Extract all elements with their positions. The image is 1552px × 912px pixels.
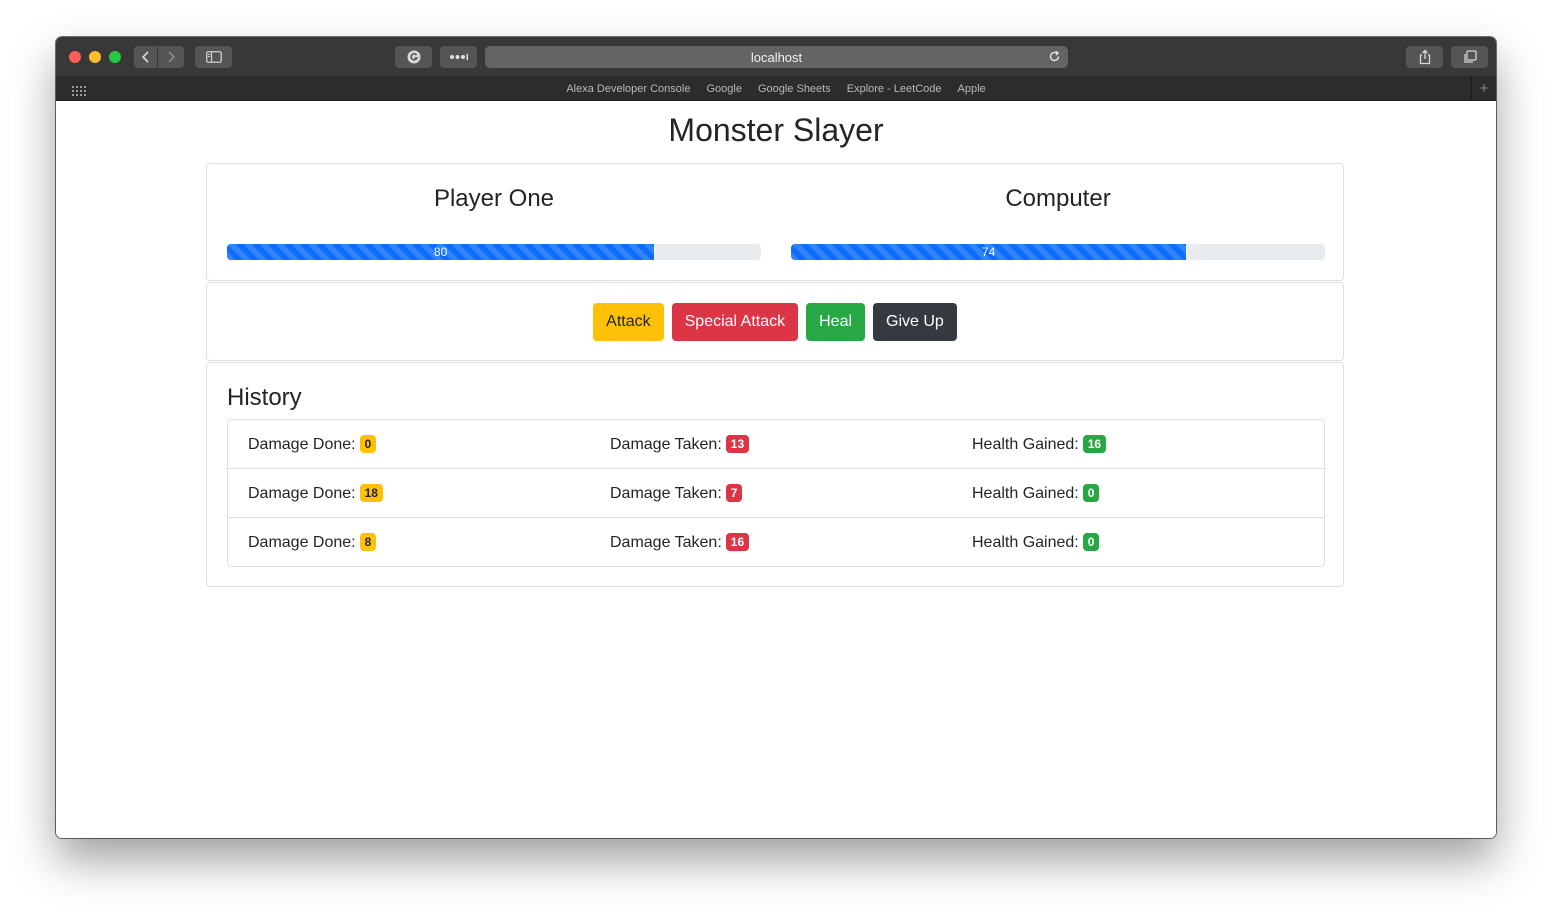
health-bar: 74: [791, 244, 1325, 260]
controls-button-row: Attack Special Attack Heal Give Up: [207, 303, 1343, 341]
reload-button[interactable]: [1048, 50, 1061, 66]
chevron-right-icon: [168, 51, 176, 63]
history-row: Damage Done: 0 Damage Taken: 13 Health Gai…: [228, 420, 1324, 468]
grammarly-extension-button[interactable]: [395, 46, 432, 68]
favorite-link[interactable]: Apple: [958, 83, 986, 95]
address-text: localhost: [750, 49, 803, 65]
damage-done-cell: Damage Done: 0: [228, 434, 590, 454]
health-gained-label: Health Gained:: [972, 484, 1079, 502]
damage-done-badge: 0: [359, 434, 377, 453]
attack-button[interactable]: Attack: [593, 303, 664, 341]
health-gained-cell: Health Gained: 0: [952, 532, 1314, 552]
history-row: Damage Done: 8 Damage Taken: 16 Health Gai…: [228, 517, 1324, 566]
health-bar-fill: 80: [227, 244, 655, 260]
new-tab-button[interactable]: +: [1471, 77, 1496, 100]
history-list: Damage Done: 0 Damage Taken: 13 Health Gai…: [227, 419, 1325, 567]
forward-button[interactable]: [158, 46, 184, 68]
damage-taken-label: Damage Taken:: [610, 533, 722, 551]
grammarly-icon: [407, 50, 420, 64]
heal-button[interactable]: Heal: [806, 303, 866, 341]
health-gained-badge: 0: [1082, 532, 1100, 551]
history-row: Damage Done: 18 Damage Taken: 7 Health Gai…: [228, 468, 1324, 517]
damage-taken-cell: Damage Taken: 7: [590, 483, 952, 503]
page-title: Monster Slayer: [668, 112, 884, 148]
damage-taken-badge: 13: [725, 434, 750, 453]
address-bar[interactable]: localhost: [485, 46, 1068, 68]
give-up-button[interactable]: Give Up: [873, 303, 957, 341]
back-button[interactable]: [134, 46, 157, 68]
tabs-overview-icon: [1463, 50, 1477, 63]
sidebar-toggle-button[interactable]: [195, 46, 232, 68]
damage-done-label: Damage Done:: [248, 435, 356, 453]
zoom-window-button[interactable]: [109, 51, 121, 63]
health-gained-cell: Health Gained: 16: [952, 434, 1314, 454]
health-gained-label: Health Gained:: [972, 533, 1079, 551]
damage-taken-badge: 7: [725, 483, 743, 502]
damage-done-cell: Damage Done: 18: [228, 483, 590, 503]
controls-card: Attack Special Attack Heal Give Up: [206, 282, 1344, 361]
damage-done-label: Damage Done:: [248, 533, 356, 551]
favorite-link[interactable]: Alexa Developer Console: [566, 83, 690, 95]
health-gained-label: Health Gained:: [972, 435, 1079, 453]
history-title: History: [227, 384, 302, 411]
page-content: Monster Slayer Player One 80 Computer 74…: [56, 101, 1496, 838]
show-tabs-button[interactable]: [1451, 46, 1488, 68]
minimize-window-button[interactable]: [89, 51, 101, 63]
damage-done-badge: 18: [359, 483, 383, 502]
players-card: Player One 80 Computer 74: [206, 163, 1344, 281]
player-name: Player One: [433, 185, 555, 212]
damage-taken-label: Damage Taken:: [610, 435, 722, 453]
favorites-bar: Alexa Developer Console Google Google Sh…: [56, 77, 1496, 101]
extensions-button[interactable]: [440, 46, 477, 68]
favorites-list: Alexa Developer Console Google Google Sh…: [56, 77, 1496, 100]
share-button[interactable]: [1406, 46, 1443, 68]
more-dots-icon: [449, 54, 468, 60]
special-attack-button[interactable]: Special Attack: [671, 303, 799, 341]
health-gained-badge: 0: [1082, 483, 1100, 502]
close-window-button[interactable]: [69, 51, 81, 63]
share-icon: [1419, 49, 1430, 65]
computer-name: Computer: [1005, 185, 1111, 212]
health-gained-cell: Health Gained: 0: [952, 483, 1314, 503]
damage-done-label: Damage Done:: [248, 484, 356, 502]
favorite-link[interactable]: Google: [706, 83, 741, 95]
health-gained-badge: 16: [1082, 434, 1107, 453]
damage-taken-cell: Damage Taken: 16: [590, 532, 952, 552]
damage-taken-cell: Damage Taken: 13: [590, 434, 952, 454]
sidebar-icon: [205, 51, 222, 63]
health-bar: 80: [227, 244, 761, 260]
browser-window: localhost Alexa Developer Console Google…: [56, 37, 1496, 838]
damage-done-cell: Damage Done: 8: [228, 532, 590, 552]
chevron-left-icon: [141, 51, 149, 63]
browser-toolbar: localhost: [56, 37, 1496, 77]
damage-done-badge: 8: [359, 532, 377, 551]
reload-icon: [1049, 50, 1060, 62]
history-card: History Damage Done: 0 Damage Taken: 13 He…: [206, 362, 1344, 587]
health-bar-fill: 74: [791, 244, 1187, 260]
damage-taken-badge: 16: [725, 532, 750, 551]
favorite-link[interactable]: Explore - LeetCode: [847, 83, 942, 95]
favorite-link[interactable]: Google Sheets: [758, 83, 831, 95]
damage-taken-label: Damage Taken:: [610, 484, 722, 502]
